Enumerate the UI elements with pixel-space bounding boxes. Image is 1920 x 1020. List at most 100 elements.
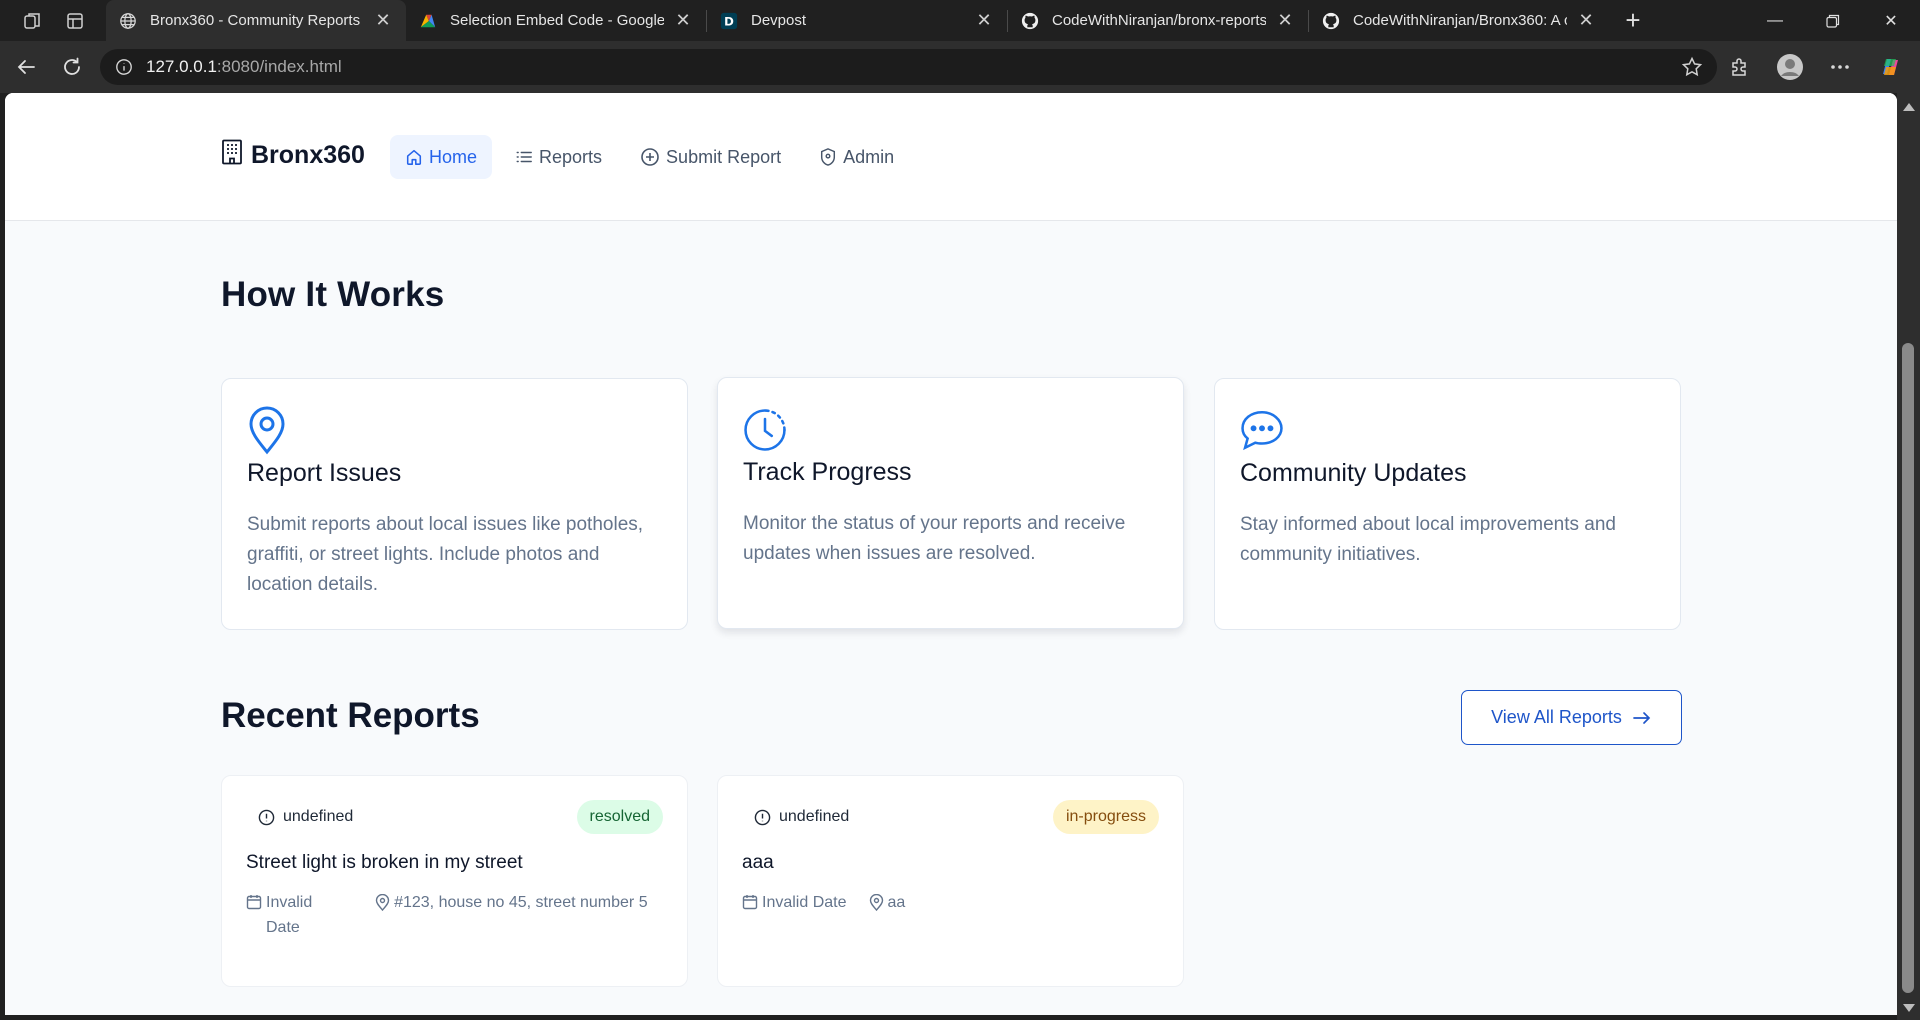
reload-icon[interactable] (52, 47, 92, 87)
category-label: undefined (779, 808, 850, 825)
scrollbar-thumb[interactable] (1902, 343, 1914, 993)
report-date: Invalid Date (742, 890, 847, 915)
calendar-icon (742, 895, 758, 910)
multicolor-logo-icon (418, 11, 438, 31)
restore-icon[interactable] (1804, 0, 1862, 41)
date-text: Invalid Date (266, 894, 313, 936)
shield-icon (821, 148, 836, 166)
nav-label: Submit Report (666, 146, 782, 167)
github-icon (1321, 11, 1341, 31)
scroll-up-arrow-icon[interactable] (1903, 103, 1915, 111)
calendar-icon (246, 895, 262, 910)
status-badge: resolved (576, 800, 663, 834)
workspaces-icon[interactable] (17, 6, 47, 36)
building-icon (221, 139, 243, 172)
report-location: aa (869, 890, 906, 915)
report-meta: Invalid Date aa (742, 890, 1159, 915)
report-card[interactable]: undefined resolved Street light is broke… (221, 775, 688, 987)
report-card[interactable]: undefined in-progress aaa Invalid Date a… (717, 775, 1184, 987)
report-title: aaa (742, 852, 774, 873)
nav-label: Admin (843, 146, 895, 167)
profile-avatar-icon[interactable] (1770, 47, 1810, 87)
favorite-star-icon[interactable] (1681, 56, 1703, 83)
tab-bronx360[interactable]: Bronx360 - Community Reports ✕ (106, 0, 406, 41)
site-info-icon[interactable] (114, 57, 134, 77)
report-category: undefined (754, 808, 849, 826)
devpost-d-icon: D (719, 11, 739, 31)
github-icon (1020, 11, 1040, 31)
tab-title: Selection Embed Code - Google F (450, 12, 664, 29)
location-text: aa (887, 894, 906, 911)
nav-reports[interactable]: Reports (500, 135, 617, 179)
tab-github-bronx360[interactable]: CodeWithNiranjan/Bronx360: A co ✕ (1309, 0, 1609, 41)
map-pin-icon (869, 894, 883, 911)
feature-title: Track Progress (743, 458, 912, 486)
arrow-right-icon (1633, 711, 1651, 724)
plus-circle-icon (641, 148, 659, 166)
site-header: Bronx360 Home Reports Submit Report Admi… (5, 93, 1897, 221)
copilot-icon[interactable] (1870, 47, 1910, 87)
nav-submit-report[interactable]: Submit Report (625, 135, 796, 179)
feature-text: Monitor the status of your reports and r… (743, 513, 1126, 564)
alert-circle-icon (258, 809, 275, 825)
report-date: Invalid Date (246, 890, 375, 940)
nav-admin[interactable]: Admin (804, 135, 909, 179)
feature-text: Stay informed about local improvements a… (1240, 514, 1616, 565)
view-all-reports-button[interactable]: View All Reports (1461, 690, 1682, 745)
close-window-icon[interactable]: ✕ (1862, 0, 1920, 41)
alert-circle-icon (754, 809, 771, 825)
tab-title: Devpost (751, 12, 807, 29)
close-tab-icon[interactable]: ✕ (672, 10, 694, 32)
tab-title: Bronx360 - Community Reports (150, 12, 361, 29)
tab-title: CodeWithNiranjan/bronx-reports (1052, 12, 1266, 29)
url-host: 127.0.0.1 (146, 57, 217, 76)
globe-icon (118, 11, 138, 31)
site-brand[interactable]: Bronx360 (221, 139, 365, 172)
report-meta: Invalid Date #123, house no 45, street n… (246, 890, 663, 940)
category-label: undefined (283, 808, 354, 825)
window-controls: — ✕ (1746, 0, 1920, 41)
close-tab-icon[interactable]: ✕ (372, 10, 394, 32)
close-tab-icon[interactable]: ✕ (1274, 10, 1296, 32)
feature-card-report-issues: Report Issues Submit reports about local… (221, 378, 688, 630)
new-tab-button[interactable]: + (1613, 0, 1653, 41)
nav-label: Reports (539, 146, 603, 167)
nav-home[interactable]: Home (390, 135, 493, 179)
back-arrow-icon[interactable] (6, 47, 46, 87)
more-options-icon[interactable] (1820, 47, 1860, 87)
status-badge: in-progress (1052, 800, 1159, 834)
main-nav: Home Reports Submit Report Admin (390, 135, 909, 179)
home-icon (406, 149, 422, 165)
date-text: Invalid Date (762, 894, 847, 911)
tab-google-form[interactable]: Selection Embed Code - Google F ✕ (406, 0, 706, 41)
report-category: undefined (258, 808, 353, 826)
tab-devpost[interactable]: D Devpost ✕ (707, 0, 1007, 41)
address-bar[interactable]: 127.0.0.1:8080/index.html (100, 49, 1717, 85)
minimize-icon[interactable]: — (1746, 0, 1804, 41)
close-tab-icon[interactable]: ✕ (1575, 10, 1597, 32)
url-text: 127.0.0.1:8080/index.html (146, 57, 342, 77)
browser-toolbar: 127.0.0.1:8080/index.html (0, 41, 1920, 93)
feature-title: Community Updates (1240, 459, 1467, 487)
how-it-works-heading: How It Works (221, 275, 445, 314)
tab-title: CodeWithNiranjan/Bronx360: A co (1353, 12, 1567, 29)
vertical-tabs-icon[interactable] (60, 6, 90, 36)
chat-bubble-icon (1240, 405, 1284, 457)
recent-reports-heading: Recent Reports (221, 696, 480, 735)
toolbar-right-icons (1720, 47, 1910, 87)
scroll-down-arrow-icon[interactable] (1903, 1004, 1915, 1012)
page-scrollbar[interactable] (1897, 93, 1920, 1020)
view-all-label: View All Reports (1491, 707, 1622, 727)
page-viewport: Bronx360 Home Reports Submit Report Admi… (5, 93, 1897, 1015)
tab-bar-left-controls (0, 0, 106, 41)
tab-github-bronx-reports[interactable]: CodeWithNiranjan/bronx-reports ✕ (1008, 0, 1308, 41)
svg-text:D: D (724, 14, 734, 28)
report-location: #123, house no 45, street number 5 (375, 890, 663, 940)
browser-tab-bar: Bronx360 - Community Reports ✕ Selection… (0, 0, 1920, 41)
report-title: Street light is broken in my street (246, 852, 523, 873)
list-icon (516, 151, 532, 163)
feature-card-track-progress: Track Progress Monitor the status of you… (717, 377, 1184, 629)
nav-label: Home (429, 146, 478, 167)
extensions-puzzle-icon[interactable] (1720, 47, 1760, 87)
close-tab-icon[interactable]: ✕ (973, 10, 995, 32)
